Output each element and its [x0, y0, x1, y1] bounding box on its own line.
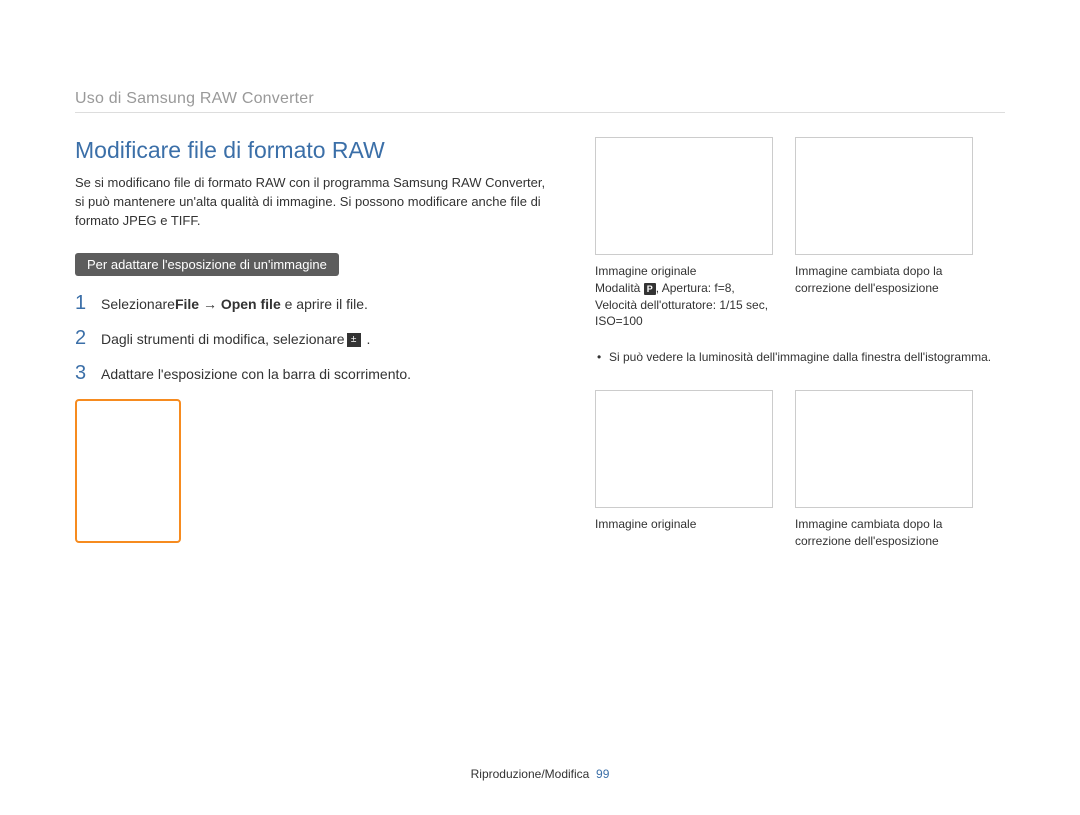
caption-line: correzione dell'esposizione	[795, 281, 939, 295]
image-original-top	[595, 137, 773, 255]
step-item: 1 SelezionareFile → Open ﬁle e aprire il…	[75, 292, 555, 315]
step-bold: File → Open ﬁle	[175, 296, 281, 312]
caption-line: Modalità	[595, 281, 644, 295]
caption-line: Immagine originale	[595, 264, 696, 278]
caption-line: , Apertura: f=8,	[656, 281, 735, 295]
left-column: Modiﬁcare ﬁle di formato RAW Se si modif…	[75, 137, 555, 568]
caption-line: Immagine cambiata dopo la	[795, 264, 942, 278]
content-columns: Modiﬁcare ﬁle di formato RAW Se si modif…	[75, 137, 1005, 568]
mode-p-icon: P	[644, 283, 656, 295]
caption-original-top: Immagine originale Modalità P, Apertura:…	[595, 263, 773, 330]
footer-section: Riproduzione/Modifica	[471, 767, 590, 781]
caption-line: correzione dell'esposizione	[795, 534, 939, 548]
step-item: 3 Adattare l'esposizione con la barra di…	[75, 362, 555, 385]
step-text: SelezionareFile → Open ﬁle e aprire il ﬁ…	[101, 295, 555, 315]
step-item: 2 Dagli strumenti di modiﬁca, selezionar…	[75, 327, 555, 350]
caption-corrected-bottom: Immagine cambiata dopo la correzione del…	[795, 516, 973, 550]
caption-original-bottom: Immagine originale	[595, 516, 773, 550]
image-original-bottom	[595, 390, 773, 508]
step-number: 1	[75, 292, 101, 315]
step-text: Dagli strumenti di modiﬁca, selezionare …	[101, 330, 555, 350]
caption-line: Velocità dell'otturatore: 1/15 sec,	[595, 298, 768, 312]
caption-line: ISO=100	[595, 314, 643, 328]
caption-row-bottom: Immagine originale Immagine cambiata dop…	[595, 516, 1005, 550]
caption-corrected-top: Immagine cambiata dopo la correzione del…	[795, 263, 973, 330]
caption-line: Immagine cambiata dopo la	[795, 517, 942, 531]
exposure-icon	[347, 333, 361, 347]
image-row-bottom	[595, 390, 1005, 508]
right-column: Immagine originale Modalità P, Apertura:…	[595, 137, 1005, 568]
breadcrumb: Uso di Samsung RAW Converter	[75, 90, 1005, 113]
intro-text: Se si modificano file di formato RAW con…	[75, 174, 555, 231]
image-corrected-top	[795, 137, 973, 255]
section-pill: Per adattare l'esposizione di un'immagin…	[75, 253, 339, 276]
image-row-top	[595, 137, 1005, 255]
step-text: Adattare l'esposizione con la barra di s…	[101, 365, 555, 385]
step-pre: Dagli strumenti di modiﬁca, selezionare	[101, 331, 345, 347]
step-pre: Selezionare	[101, 296, 175, 312]
image-corrected-bottom	[795, 390, 973, 508]
page-title: Modiﬁcare ﬁle di formato RAW	[75, 137, 555, 164]
page-number: 99	[596, 767, 609, 781]
histogram-note: Si può vedere la luminosità dell'immagin…	[595, 348, 1005, 366]
steps-list: 1 SelezionareFile → Open ﬁle e aprire il…	[75, 292, 555, 385]
step-post: .	[363, 331, 371, 347]
step-post: e aprire il ﬁle.	[281, 296, 368, 312]
page-footer: Riproduzione/Modifica 99	[0, 767, 1080, 781]
tool-highlight-box	[75, 399, 181, 543]
step-number: 3	[75, 362, 101, 385]
step-number: 2	[75, 327, 101, 350]
caption-row-top: Immagine originale Modalità P, Apertura:…	[595, 263, 1005, 330]
